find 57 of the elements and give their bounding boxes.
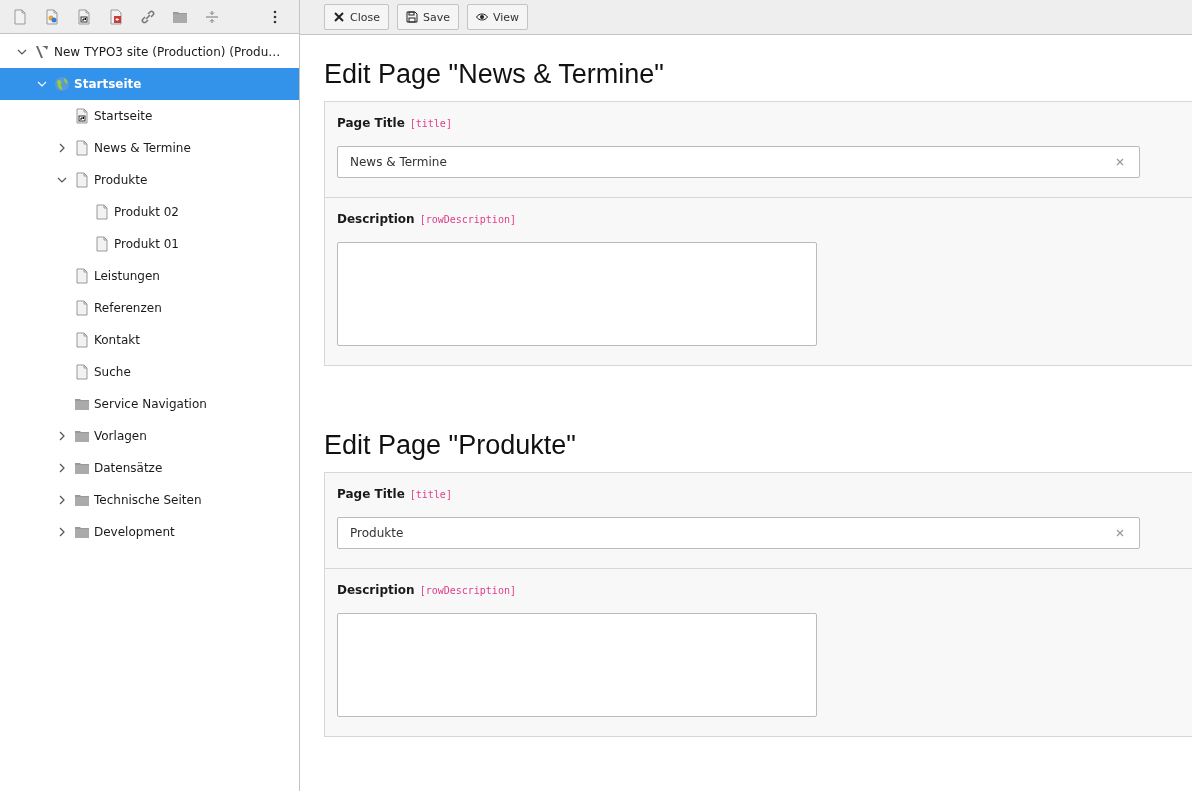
tree-item[interactable]: Suche: [0, 356, 299, 388]
tree-item[interactable]: Produkt 01: [0, 228, 299, 260]
tree-item[interactable]: New TYPO3 site (Production) (Produ…: [0, 36, 299, 68]
folder-icon: [74, 428, 90, 444]
page-icon: [94, 236, 110, 252]
page-icon: [74, 268, 90, 284]
tree-item[interactable]: News & Termine: [0, 132, 299, 164]
save-icon: [405, 11, 418, 23]
toolbar-page-users-icon[interactable]: [44, 8, 60, 25]
folder-icon: [74, 524, 90, 540]
tree-item[interactable]: Leistungen: [0, 260, 299, 292]
page-icon: [74, 140, 90, 156]
field-name: [title]: [409, 118, 452, 129]
clear-icon[interactable]: [1116, 158, 1124, 166]
tree-item[interactable]: Startseite: [0, 100, 299, 132]
field-name: [title]: [409, 489, 452, 500]
tree-item[interactable]: Produkte: [0, 164, 299, 196]
field-name: [rowDescription]: [419, 214, 516, 225]
folder-icon: [74, 396, 90, 412]
view-button[interactable]: View: [467, 4, 529, 30]
text-field[interactable]: News & Termine: [337, 146, 1140, 178]
save-button[interactable]: Save: [396, 4, 459, 30]
folder-icon: [74, 492, 90, 508]
eye-icon: [476, 11, 488, 23]
text-field[interactable]: Produkte: [337, 517, 1140, 549]
page-icon: [74, 172, 90, 188]
tree-item[interactable]: Technische Seiten: [0, 484, 299, 516]
tree-item[interactable]: Kontakt: [0, 324, 299, 356]
field-label: Page Title: [337, 487, 405, 501]
field-label: Description: [337, 212, 415, 226]
toolbar-shortcut-page-icon[interactable]: [76, 8, 92, 25]
textarea-field[interactable]: [337, 242, 817, 346]
tree-item[interactable]: Datensätze: [0, 452, 299, 484]
page-heading: Edit Page "Produkte": [324, 430, 577, 461]
page-icon: [74, 364, 90, 380]
site-logo-icon: [34, 44, 50, 60]
textarea-field[interactable]: [337, 613, 817, 717]
close-icon: [333, 11, 345, 23]
page-heading: Edit Page "News & Termine": [324, 59, 665, 90]
page-icon: [74, 332, 90, 348]
folder-icon: [74, 460, 90, 476]
toolbar-link-icon[interactable]: [140, 8, 156, 25]
globe-icon: [54, 76, 70, 92]
field-label: Description: [337, 583, 415, 597]
page-icon: [74, 300, 90, 316]
field-label: Page Title: [337, 116, 405, 130]
shortcut-page-icon: [74, 108, 90, 124]
toolbar-page-arrow-icon[interactable]: [108, 8, 124, 25]
field-name: [rowDescription]: [419, 585, 516, 596]
tree-item[interactable]: Vorlagen: [0, 420, 299, 452]
close-button[interactable]: Close: [324, 4, 389, 30]
clear-icon[interactable]: [1116, 529, 1124, 537]
tree-item[interactable]: Service Navigation: [0, 388, 299, 420]
page-icon: [94, 204, 110, 220]
tree-item[interactable]: Produkt 02: [0, 196, 299, 228]
tree-item[interactable]: Development: [0, 516, 299, 548]
tree-item[interactable]: Referenzen: [0, 292, 299, 324]
